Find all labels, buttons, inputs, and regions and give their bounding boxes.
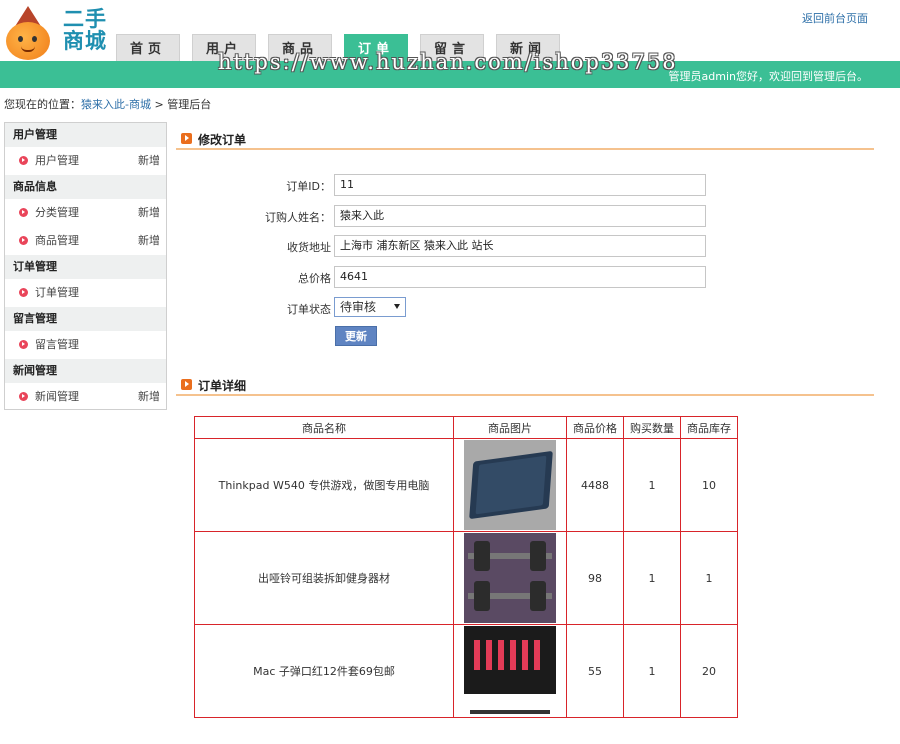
- sidebar-add-link[interactable]: 新增: [138, 383, 160, 411]
- sidebar-item-label[interactable]: 订单管理: [35, 286, 79, 299]
- total-price-label: 总价格: [298, 272, 331, 285]
- col-header-stock: 商品库存: [680, 416, 738, 439]
- order-id-field[interactable]: 11: [334, 174, 706, 196]
- order-id-row: 订单ID： 11: [176, 174, 776, 196]
- product-name-cell: Mac 子弹口红12件套69包邮: [194, 624, 454, 718]
- nav-tab-home[interactable]: 首页: [116, 34, 180, 62]
- sidebar-add-link[interactable]: 新增: [138, 227, 160, 255]
- edit-order-title: 修改订单: [198, 133, 247, 147]
- product-stock-cell: 10: [680, 438, 738, 532]
- breadcrumb-link-shop[interactable]: 猿来入此-商城: [81, 98, 151, 111]
- bullet-arrow-icon: [19, 392, 28, 401]
- nav-tab-news[interactable]: 新闻: [496, 34, 560, 62]
- product-qty-cell: 1: [623, 438, 681, 532]
- table-row: 出哑铃可组装拆卸健身器材 98 1 1: [194, 531, 738, 625]
- total-price-row: 总价格 4641: [176, 266, 776, 288]
- table-row: Mac 子弹口红12件套69包邮 55 1 20: [194, 624, 738, 718]
- sidebar-item-product-manage: 商品管理 新增: [5, 227, 166, 255]
- back-to-frontend-link[interactable]: 返回前台页面: [802, 10, 868, 26]
- address-row: 收货地址 上海市 浦东新区 猿来入此 站长: [176, 235, 776, 257]
- address-field[interactable]: 上海市 浦东新区 猿来入此 站长: [334, 235, 706, 257]
- nav-tab-products[interactable]: 商品: [268, 34, 332, 62]
- sidebar: 用户管理 用户管理 新增 商品信息 分类管理 新增 商品管理 新增 订单管理 订…: [4, 122, 167, 410]
- bullet-arrow-icon: [19, 236, 28, 245]
- header: 二手商城 首页 用户 商品 订单 留言 新闻 返回前台页面 管理员admin您好…: [0, 0, 900, 88]
- sidebar-add-link[interactable]: 新增: [138, 199, 160, 227]
- table-header-row: 商品名称 商品图片 商品价格 购买数量 商品库存: [194, 416, 738, 439]
- site-logo[interactable]: 二手商城: [4, 4, 114, 60]
- sidebar-item-label[interactable]: 商品管理: [35, 234, 79, 247]
- section-arrow-icon: [181, 379, 192, 390]
- product-image-cell: [453, 624, 567, 718]
- col-header-qty: 购买数量: [623, 416, 681, 439]
- table-row: Thinkpad W540 专供游戏，做图专用电脑 4488 1 10: [194, 438, 738, 532]
- product-qty-cell: 1: [623, 624, 681, 718]
- sidebar-item-label[interactable]: 留言管理: [35, 338, 79, 351]
- order-status-label: 订单状态: [287, 303, 331, 316]
- product-stock-cell: 1: [680, 531, 738, 625]
- edit-order-header: 修改订单: [176, 126, 874, 150]
- product-image-cell: [453, 531, 567, 625]
- buyer-name-label: 订购人姓名：: [265, 211, 331, 224]
- bullet-arrow-icon: [19, 156, 28, 165]
- product-name-cell: Thinkpad W540 专供游戏，做图专用电脑: [194, 438, 454, 532]
- welcome-text: 管理员admin您好，欢迎回到管理后台。: [668, 70, 868, 83]
- col-header-product-image: 商品图片: [453, 416, 567, 439]
- sidebar-item-label[interactable]: 分类管理: [35, 206, 79, 219]
- product-price-cell: 55: [566, 624, 624, 718]
- sidebar-item-news-manage: 新闻管理 新增: [5, 383, 166, 411]
- bullet-arrow-icon: [19, 340, 28, 349]
- order-detail-header: 订单详细: [176, 372, 874, 396]
- sidebar-item-label[interactable]: 新闻管理: [35, 390, 79, 403]
- sidebar-item-order-manage: 订单管理: [5, 279, 166, 307]
- bullet-arrow-icon: [19, 288, 28, 297]
- sidebar-group-orders: 订单管理: [5, 255, 166, 279]
- nav-tab-orders[interactable]: 订单: [344, 34, 408, 62]
- product-image-cell: [453, 438, 567, 532]
- sidebar-group-users: 用户管理: [5, 123, 166, 147]
- col-header-price: 商品价格: [566, 416, 624, 439]
- lipstick-image: [464, 626, 556, 716]
- breadcrumb-prefix: 您现在的位置：: [4, 98, 81, 111]
- product-price-cell: 98: [566, 531, 624, 625]
- sidebar-item-message-manage: 留言管理: [5, 331, 166, 359]
- update-button[interactable]: 更新: [335, 326, 377, 346]
- bullet-arrow-icon: [19, 208, 28, 217]
- sidebar-item-user-manage: 用户管理 新增: [5, 147, 166, 175]
- order-status-select[interactable]: 待审核: [334, 297, 406, 317]
- main-nav: 首页 用户 商品 订单 留言 新闻: [116, 34, 572, 62]
- product-stock-cell: 20: [680, 624, 738, 718]
- dumbbell-image: [464, 533, 556, 623]
- nav-tab-users[interactable]: 用户: [192, 34, 256, 62]
- buyer-name-row: 订购人姓名： 猿来入此: [176, 205, 776, 227]
- address-label: 收货地址: [287, 241, 331, 254]
- section-arrow-icon: [181, 133, 192, 144]
- product-name-cell: 出哑铃可组装拆卸健身器材: [194, 531, 454, 625]
- breadcrumb-current: 管理后台: [167, 98, 212, 111]
- dropdown-arrow-icon: [394, 304, 400, 309]
- logo-text: 二手商城: [63, 7, 107, 53]
- order-id-label: 订单ID：: [286, 180, 331, 193]
- product-price-cell: 4488: [566, 438, 624, 532]
- breadcrumb-separator: >: [150, 98, 168, 111]
- nav-tab-messages[interactable]: 留言: [420, 34, 484, 62]
- order-detail-table: 商品名称 商品图片 商品价格 购买数量 商品库存 Thinkpad W540 专…: [194, 416, 738, 718]
- col-header-product-name: 商品名称: [194, 416, 454, 439]
- top-bar: 管理员admin您好，欢迎回到管理后台。: [0, 61, 900, 88]
- breadcrumb: 您现在的位置：猿来入此-商城 > 管理后台: [4, 96, 211, 112]
- pumpkin-face-icon: [6, 22, 50, 60]
- product-qty-cell: 1: [623, 531, 681, 625]
- order-detail-title: 订单详细: [198, 379, 247, 393]
- sidebar-item-label[interactable]: 用户管理: [35, 154, 79, 167]
- total-price-field[interactable]: 4641: [334, 266, 706, 288]
- sidebar-group-news: 新闻管理: [5, 359, 166, 383]
- sidebar-group-products: 商品信息: [5, 175, 166, 199]
- order-status-row: 订单状态 待审核: [176, 297, 776, 319]
- order-status-value: 待审核: [340, 300, 377, 314]
- sidebar-item-category-manage: 分类管理 新增: [5, 199, 166, 227]
- sidebar-group-messages: 留言管理: [5, 307, 166, 331]
- buyer-name-field[interactable]: 猿来入此: [334, 205, 706, 227]
- sidebar-add-link[interactable]: 新增: [138, 147, 160, 175]
- laptop-image: [464, 440, 556, 530]
